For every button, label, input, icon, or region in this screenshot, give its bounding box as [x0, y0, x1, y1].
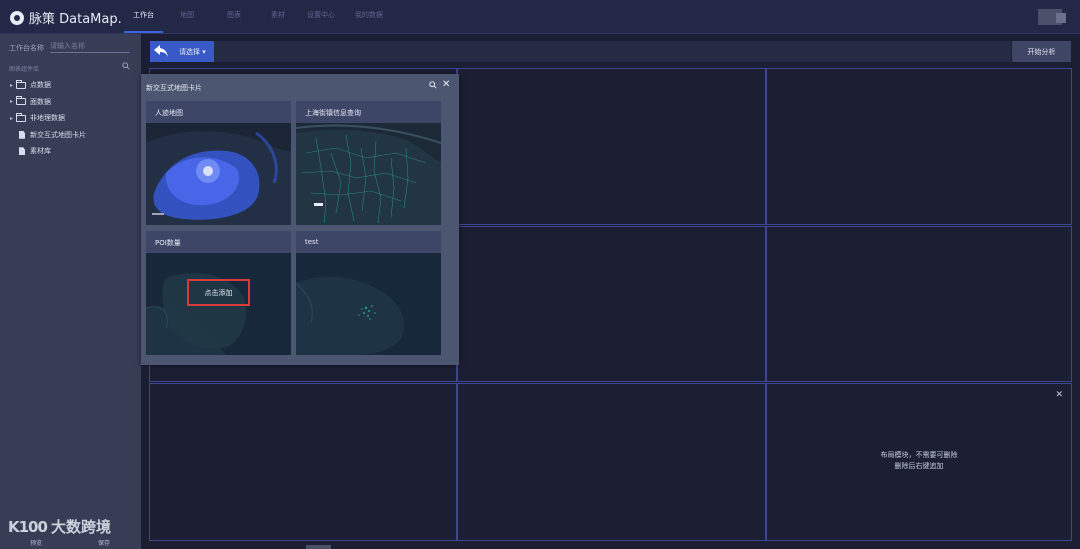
- card-title: 人迹地图: [155, 109, 183, 117]
- logo-text: 脉策 DataMap.: [29, 12, 122, 27]
- sidebar: 工作台名称 图表组件库 ▸ 点数据 ▸ 面数据 ▸ 非地理数据 新交互式地图卡片…: [0, 34, 141, 549]
- panel-title: 新交互式地图卡片: [146, 84, 202, 92]
- tree-item-polygon-data[interactable]: ▸ 面数据: [10, 94, 135, 111]
- layout-cell[interactable]: [149, 383, 457, 541]
- layout-cell[interactable]: [457, 226, 766, 382]
- tree-item-label: 新交互式地图卡片: [30, 130, 86, 139]
- user-avatar[interactable]: [1038, 9, 1066, 25]
- watermark-text: 大数跨境: [50, 518, 111, 536]
- layout-cell[interactable]: [766, 226, 1072, 382]
- click-to-add-button[interactable]: 点击添加: [187, 279, 250, 306]
- document-icon: [19, 147, 25, 156]
- layout-hint-line-1: 布局模块，不需要可删除: [880, 451, 958, 459]
- sidebar-footer: 预览 保存: [0, 535, 141, 549]
- nav-tab-my-data[interactable]: 我的数据: [343, 0, 395, 31]
- card-header: test: [296, 231, 441, 253]
- folder-icon: [16, 79, 26, 89]
- app-logo[interactable]: 脉策 DataMap.: [10, 8, 122, 27]
- logo-icon: [10, 10, 24, 25]
- card-header: 人迹地图: [146, 101, 291, 123]
- watermark-logo: K100: [8, 517, 48, 536]
- search-icon[interactable]: [122, 62, 130, 70]
- card-header: 上海街镇信息查询: [296, 101, 441, 123]
- document-icon: [19, 130, 25, 139]
- map-card-footprint[interactable]: 人迹地图: [146, 101, 291, 225]
- main-nav: 工作台 地图 图表 素材 设置中心 我的数据: [124, 0, 395, 33]
- nav-tab-workbench[interactable]: 工作台: [124, 0, 163, 33]
- layout-hint-line-2: 删除后右键追加: [894, 462, 944, 470]
- caret-down-icon: ▾: [202, 48, 206, 56]
- tree-item-asset-library[interactable]: 素材库: [10, 143, 135, 160]
- map-thumbnail: [296, 123, 441, 225]
- back-arrow-icon[interactable]: [153, 44, 169, 58]
- save-button[interactable]: 保存: [98, 538, 110, 547]
- tree-item-label: 面数据: [30, 97, 51, 106]
- map-thumbnail: [296, 253, 441, 355]
- select-dropdown[interactable]: 请选择 ▾: [150, 41, 214, 62]
- close-icon[interactable]: ✕: [1055, 390, 1063, 400]
- nav-tab-assets[interactable]: 素材: [257, 0, 299, 31]
- card-title: 上海街镇信息查询: [305, 109, 361, 117]
- tree-item-point-data[interactable]: ▸ 点数据: [10, 77, 135, 94]
- horizontal-scrollbar[interactable]: [306, 545, 331, 549]
- tree-item-label: 点数据: [30, 81, 51, 90]
- preview-button[interactable]: 预览: [30, 538, 42, 547]
- top-navigation-bar: 脉策 DataMap. 工作台 地图 图表 素材 设置中心 我的数据: [0, 0, 1080, 34]
- nav-tab-map[interactable]: 地图: [163, 0, 211, 31]
- watermark: K100 大数跨境: [8, 516, 111, 537]
- tree-item-label: 非地理数据: [30, 114, 65, 123]
- component-tree: ▸ 点数据 ▸ 面数据 ▸ 非地理数据 新交互式地图卡片 素材库: [10, 77, 135, 160]
- map-thumbnail: [146, 123, 291, 225]
- map-card-shanghai-streets[interactable]: 上海街镇信息查询: [296, 101, 441, 225]
- tree-item-non-geo-data[interactable]: ▸ 非地理数据: [10, 110, 135, 127]
- tree-item-label: 素材库: [30, 147, 51, 156]
- folder-icon: [16, 112, 26, 122]
- select-label: 请选择: [179, 48, 200, 56]
- card-title: POI数量: [155, 239, 181, 247]
- tree-item-interactive-map-card[interactable]: 新交互式地图卡片: [10, 127, 135, 144]
- workspace-name-label: 工作台名称: [9, 44, 44, 52]
- card-header: POI数量: [146, 231, 291, 253]
- folder-icon: [16, 96, 26, 106]
- search-icon[interactable]: [429, 81, 437, 89]
- start-analysis-button[interactable]: 开始分析: [1012, 41, 1071, 62]
- toolbar: [214, 41, 1011, 62]
- card-title: test: [305, 238, 319, 246]
- close-icon[interactable]: ✕: [442, 79, 450, 91]
- nav-tab-settings[interactable]: 设置中心: [299, 0, 343, 31]
- layout-module-hint: 布局模块，不需要可删除 删除后右键追加: [767, 450, 1071, 472]
- layout-cell[interactable]: [766, 68, 1072, 225]
- component-library-label: 图表组件库: [9, 66, 40, 73]
- workspace-name-input[interactable]: [50, 40, 130, 53]
- map-card-picker-panel: 新交互式地图卡片 ✕ 人迹地图 上海街镇信息查询 POI数量 点击添加 test: [141, 74, 459, 365]
- nav-tab-chart[interactable]: 图表: [211, 0, 257, 31]
- layout-module-block[interactable]: ✕ 布局模块，不需要可删除 删除后右键追加: [766, 383, 1072, 541]
- map-card-test[interactable]: test: [296, 231, 441, 355]
- layout-cell[interactable]: [457, 383, 766, 541]
- layout-cell[interactable]: [457, 68, 766, 225]
- map-card-poi-count[interactable]: POI数量 点击添加: [146, 231, 291, 355]
